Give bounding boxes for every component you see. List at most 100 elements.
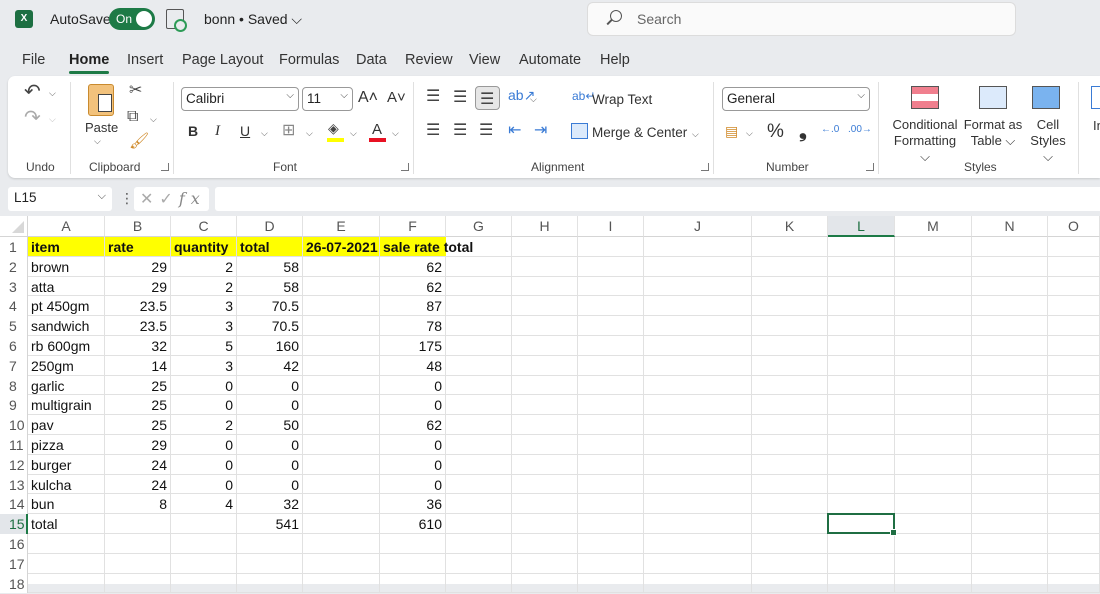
cell-c11[interactable]: 0	[171, 435, 237, 455]
cell-l10[interactable]	[828, 415, 895, 435]
cell-o12[interactable]	[1048, 454, 1100, 475]
column-header-k[interactable]: K	[752, 216, 828, 237]
cell-a4[interactable]: pt 450gm	[28, 296, 105, 317]
underline-button[interactable]: U	[240, 123, 250, 139]
cell-k4[interactable]	[752, 296, 828, 317]
cell-d16[interactable]	[237, 534, 303, 554]
row-header-18[interactable]: 18	[0, 573, 28, 594]
row-header-5[interactable]: 5	[0, 316, 28, 336]
column-header-f[interactable]: F	[380, 216, 446, 237]
undo-dropdown-icon[interactable]: ⌵	[49, 88, 56, 99]
cell-f18[interactable]	[380, 573, 446, 594]
cell-d2[interactable]: 58	[237, 256, 303, 277]
row-header-12[interactable]: 12	[0, 454, 28, 475]
accounting-format-icon[interactable]: ▤	[725, 124, 738, 138]
tab-home[interactable]: Home	[69, 52, 110, 74]
cell-m10[interactable]	[895, 415, 972, 435]
cell-d5[interactable]: 70.5	[237, 316, 303, 336]
cell-j15[interactable]	[644, 514, 752, 534]
cell-d14[interactable]: 32	[237, 494, 303, 515]
tab-data[interactable]: Data	[356, 52, 387, 68]
row-header-16[interactable]: 16	[0, 534, 28, 554]
cell-i10[interactable]	[578, 415, 644, 435]
cell-a12[interactable]: burger	[28, 454, 105, 475]
cell-e1[interactable]: 26-07-2021	[303, 237, 380, 257]
cell-j12[interactable]	[644, 454, 752, 475]
column-header-h[interactable]: H	[512, 216, 578, 237]
cell-a3[interactable]: atta	[28, 276, 105, 297]
cell-b1[interactable]: rate	[105, 237, 171, 257]
cell-c8[interactable]: 0	[171, 375, 237, 396]
cell-g15[interactable]	[446, 514, 512, 534]
cell-a10[interactable]: pav	[28, 415, 105, 435]
cell-h16[interactable]	[512, 534, 578, 554]
borders-dropdown-icon[interactable]: ⌵	[306, 128, 313, 139]
cell-i15[interactable]	[578, 514, 644, 534]
cell-i11[interactable]	[578, 435, 644, 455]
active-cell-selection[interactable]	[827, 513, 897, 536]
cell-c1[interactable]: quantity	[171, 237, 237, 257]
cell-o18[interactable]	[1048, 573, 1100, 594]
cell-n3[interactable]	[972, 276, 1048, 297]
cell-n7[interactable]	[972, 355, 1048, 376]
cell-b12[interactable]: 24	[105, 454, 171, 475]
paste-button[interactable]: Paste	[85, 120, 118, 135]
cell-b15[interactable]	[105, 514, 171, 534]
cell-e4[interactable]	[303, 296, 380, 317]
cell-n16[interactable]	[972, 534, 1048, 554]
cell-g16[interactable]	[446, 534, 512, 554]
cell-i3[interactable]	[578, 276, 644, 297]
cell-c13[interactable]: 0	[171, 474, 237, 495]
cell-h14[interactable]	[512, 494, 578, 515]
cell-o15[interactable]	[1048, 514, 1100, 534]
grow-font-button[interactable]: A˄	[358, 89, 378, 107]
cell-l1[interactable]	[828, 237, 895, 257]
cell-j18[interactable]	[644, 573, 752, 594]
enter-icon[interactable]: ✓	[159, 191, 178, 208]
cell-b14[interactable]: 8	[105, 494, 171, 515]
cell-l8[interactable]	[828, 375, 895, 396]
column-header-o[interactable]: O	[1048, 216, 1100, 237]
cell-h13[interactable]	[512, 474, 578, 495]
cell-m9[interactable]	[895, 395, 972, 416]
column-header-j[interactable]: J	[644, 216, 752, 237]
cell-a6[interactable]: rb 600gm	[28, 336, 105, 356]
cell-l17[interactable]	[828, 553, 895, 574]
cell-b4[interactable]: 23.5	[105, 296, 171, 317]
cell-b9[interactable]: 25	[105, 395, 171, 416]
cell-f10[interactable]: 62	[380, 415, 446, 435]
cell-k18[interactable]	[752, 573, 828, 594]
cell-e8[interactable]	[303, 375, 380, 396]
cell-k2[interactable]	[752, 256, 828, 277]
cell-b10[interactable]: 25	[105, 415, 171, 435]
cell-o10[interactable]	[1048, 415, 1100, 435]
insert-function-icon[interactable]: fx	[179, 189, 206, 208]
row-header-9[interactable]: 9	[0, 395, 28, 416]
cell-o5[interactable]	[1048, 316, 1100, 336]
cell-e5[interactable]	[303, 316, 380, 336]
cell-c3[interactable]: 2	[171, 276, 237, 297]
name-box-dropdown-icon[interactable]: ⌵	[98, 190, 106, 203]
insert-cells-button[interactable]: In	[1093, 118, 1100, 133]
cell-h9[interactable]	[512, 395, 578, 416]
cell-j11[interactable]	[644, 435, 752, 455]
copy-icon[interactable]: ⧉	[127, 109, 138, 125]
cell-f9[interactable]: 0	[380, 395, 446, 416]
column-header-a[interactable]: A	[28, 216, 105, 237]
underline-dropdown-icon[interactable]: ⌵	[261, 128, 268, 139]
cell-f2[interactable]: 62	[380, 256, 446, 277]
cell-a15[interactable]: total	[28, 514, 105, 534]
cell-g6[interactable]	[446, 336, 512, 356]
cell-a13[interactable]: kulcha	[28, 474, 105, 495]
column-header-e[interactable]: E	[303, 216, 380, 237]
cell-l18[interactable]	[828, 573, 895, 594]
cell-d4[interactable]: 70.5	[237, 296, 303, 317]
cell-e17[interactable]	[303, 553, 380, 574]
cell-e2[interactable]	[303, 256, 380, 277]
cell-d12[interactable]: 0	[237, 454, 303, 475]
cell-i6[interactable]	[578, 336, 644, 356]
cell-m18[interactable]	[895, 573, 972, 594]
cell-j10[interactable]	[644, 415, 752, 435]
cell-m15[interactable]	[895, 514, 972, 534]
cell-n5[interactable]	[972, 316, 1048, 336]
